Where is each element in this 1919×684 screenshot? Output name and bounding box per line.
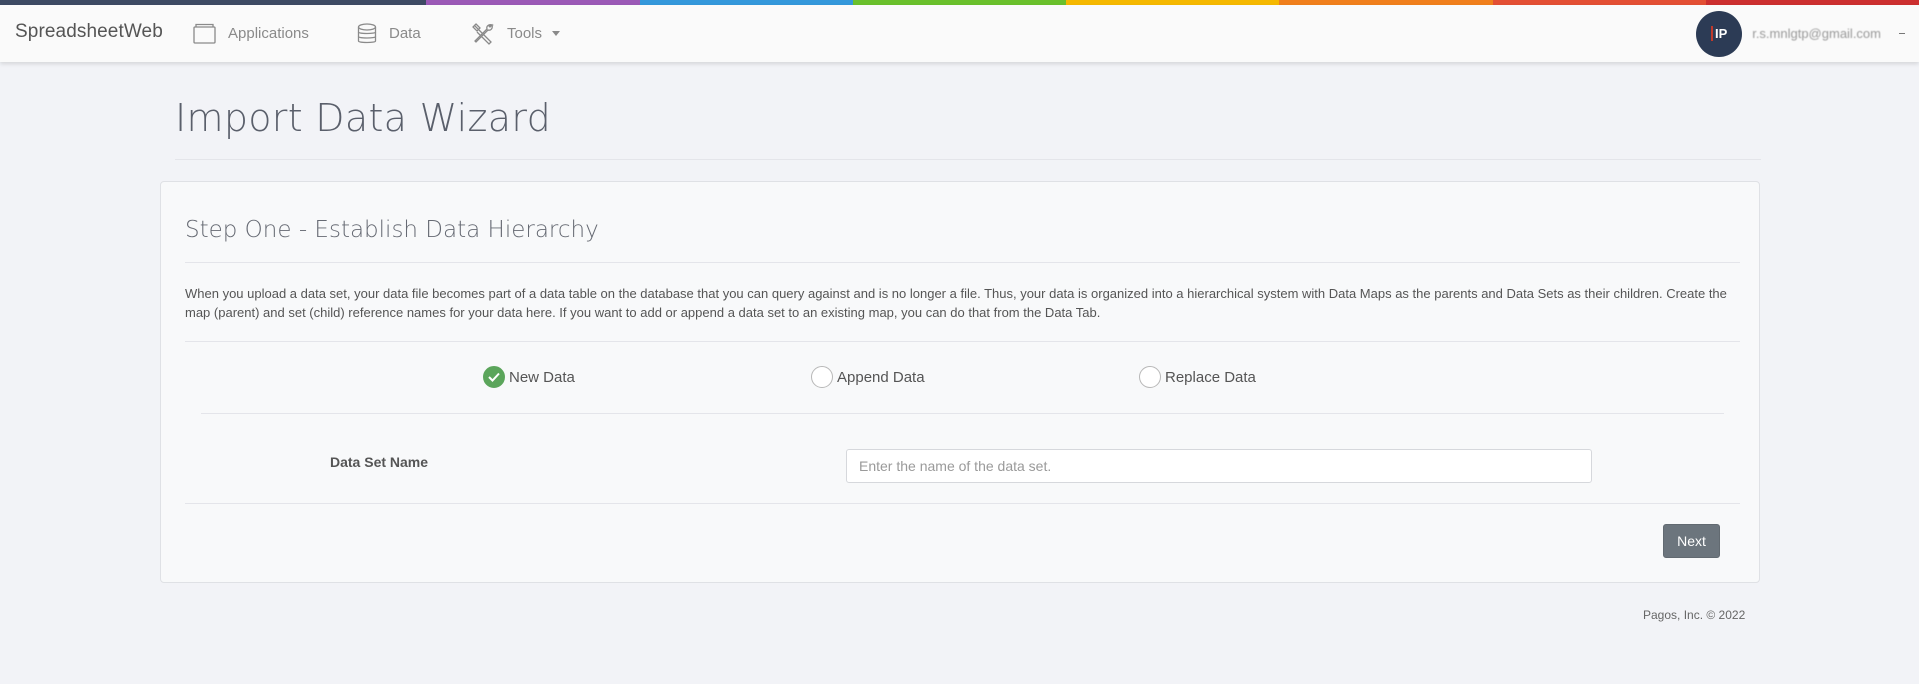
database-icon xyxy=(357,22,377,43)
nav-item-label: Applications xyxy=(228,25,309,42)
radio-label: New Data xyxy=(509,368,575,386)
applications-icon xyxy=(193,23,216,44)
data-set-name-input[interactable] xyxy=(846,449,1592,483)
wizard-card: Step One - Establish Data Hierarchy When… xyxy=(160,181,1760,583)
divider xyxy=(185,341,1740,342)
radio-empty-icon[interactable] xyxy=(811,366,833,388)
nav-item-label: Tools xyxy=(507,25,543,42)
data-set-name-label: Data Set Name xyxy=(330,454,429,470)
chevron-down-icon xyxy=(552,31,561,36)
divider xyxy=(185,262,1740,263)
user-email: r.s.mnlgtp@gmail.com xyxy=(1752,26,1881,41)
divider xyxy=(185,503,1740,504)
radio-replace-data[interactable]: Replace Data xyxy=(1139,366,1256,388)
radio-label: Replace Data xyxy=(1165,368,1256,386)
radio-label: Append Data xyxy=(837,368,925,386)
radio-append-data[interactable]: Append Data xyxy=(811,366,925,388)
footer-copyright: Pagos, Inc. © 2022 xyxy=(1643,608,1746,622)
tools-icon xyxy=(472,22,495,45)
step-title: Step One - Establish Data Hierarchy xyxy=(185,217,599,243)
page-title: Import Data Wizard xyxy=(175,96,552,140)
brand-logo[interactable]: SpreadsheetWeb xyxy=(15,5,163,62)
nav-item-applications[interactable]: Applications xyxy=(193,5,309,62)
nav-item-tools[interactable]: Tools xyxy=(471,5,561,62)
step-description: When you upload a data set, your data fi… xyxy=(185,286,1727,320)
divider xyxy=(201,413,1724,414)
next-button[interactable]: Next xyxy=(1663,524,1720,558)
user-menu[interactable]: IP r.s.mnlgtp@gmail.com xyxy=(1696,5,1905,62)
nav-item-label: Data xyxy=(389,25,421,42)
user-menu-toggle-icon[interactable] xyxy=(1899,33,1905,34)
title-divider xyxy=(175,159,1761,160)
nav-item-data[interactable]: Data xyxy=(357,5,421,62)
checkmark-icon[interactable] xyxy=(483,366,505,388)
radio-empty-icon[interactable] xyxy=(1139,366,1161,388)
top-navbar: SpreadsheetWeb Applications Data Tools I… xyxy=(0,5,1919,62)
avatar[interactable]: IP xyxy=(1696,10,1743,57)
radio-new-data[interactable]: New Data xyxy=(483,366,575,388)
